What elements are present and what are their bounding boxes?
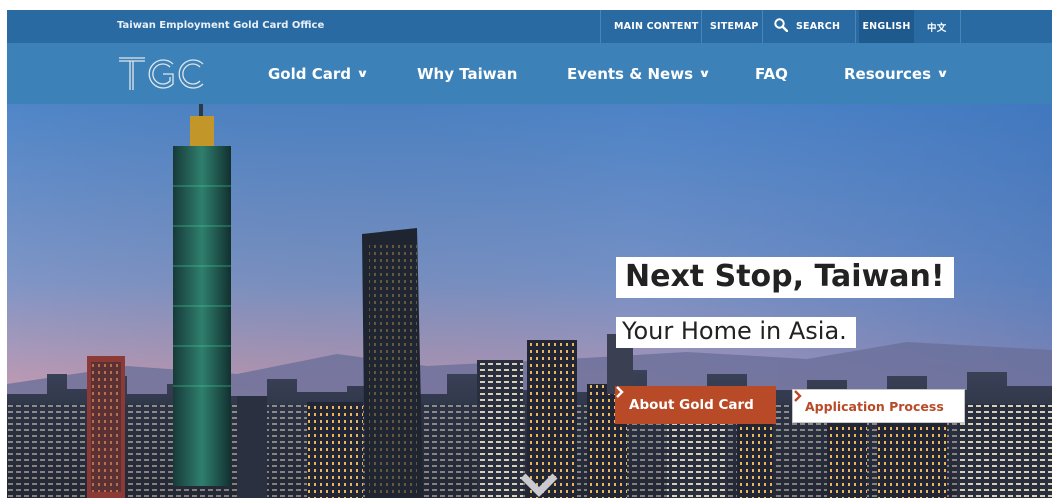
about-gold-card-button[interactable]: About Gold Card xyxy=(615,386,776,424)
hero-banner: Next Stop, Taiwan! Your Home in Asia. Ab… xyxy=(7,104,1052,498)
application-process-label: Application Process xyxy=(805,398,944,414)
page-frame: Taiwan Employment Gold Card Office MAIN … xyxy=(7,10,1052,498)
nav-faq-label: FAQ xyxy=(755,64,788,83)
divider xyxy=(762,10,763,43)
hero-headline: Next Stop, Taiwan! xyxy=(625,259,945,294)
scroll-down-button[interactable] xyxy=(519,472,559,498)
chevron-down-icon: ∨ xyxy=(936,67,949,80)
nav-gold-card-label: Gold Card xyxy=(268,64,351,83)
search-link[interactable]: SEARCH xyxy=(774,10,840,43)
main-nav: Gold Card ∨ Why Taiwan Events & News ∨ F… xyxy=(7,43,1052,104)
site-logo[interactable] xyxy=(117,52,207,94)
utility-bar: Taiwan Employment Gold Card Office MAIN … xyxy=(7,10,1052,43)
nav-events-news[interactable]: Events & News ∨ xyxy=(567,43,711,104)
language-english[interactable]: ENGLISH xyxy=(859,10,914,43)
nav-why-taiwan-label: Why Taiwan xyxy=(417,64,518,83)
hero-subheadline: Your Home in Asia. xyxy=(622,317,847,345)
headline-box: Next Stop, Taiwan! xyxy=(616,257,954,298)
chevron-down-icon: ∨ xyxy=(356,67,369,80)
divider xyxy=(600,10,601,43)
subheadline-box: Your Home in Asia. xyxy=(616,317,856,348)
nav-faq[interactable]: FAQ xyxy=(755,43,788,104)
nav-resources[interactable]: Resources ∨ xyxy=(844,43,949,104)
divider xyxy=(960,10,961,43)
chevron-down-icon xyxy=(520,473,558,497)
chevron-down-icon: ∨ xyxy=(698,67,711,80)
application-process-button[interactable]: Application Process xyxy=(792,389,965,423)
tgc-logo-icon xyxy=(119,57,204,90)
search-label: SEARCH xyxy=(796,21,841,32)
main-content-link[interactable]: MAIN CONTENT xyxy=(614,10,698,43)
taipei-101-tower xyxy=(173,104,231,486)
nav-gold-card[interactable]: Gold Card ∨ xyxy=(268,43,369,104)
nav-why-taiwan[interactable]: Why Taiwan xyxy=(417,43,517,104)
divider xyxy=(701,10,702,43)
language-chinese[interactable]: 中文 xyxy=(927,10,946,43)
sitemap-link[interactable]: SITEMAP xyxy=(710,10,759,43)
about-gold-card-label: About Gold Card xyxy=(629,397,754,413)
nav-resources-label: Resources xyxy=(844,64,932,83)
city-skyline-image xyxy=(7,104,1052,498)
nav-events-news-label: Events & News xyxy=(567,64,694,83)
divider xyxy=(855,10,856,43)
office-name: Taiwan Employment Gold Card Office xyxy=(117,20,325,31)
search-icon xyxy=(774,18,789,35)
